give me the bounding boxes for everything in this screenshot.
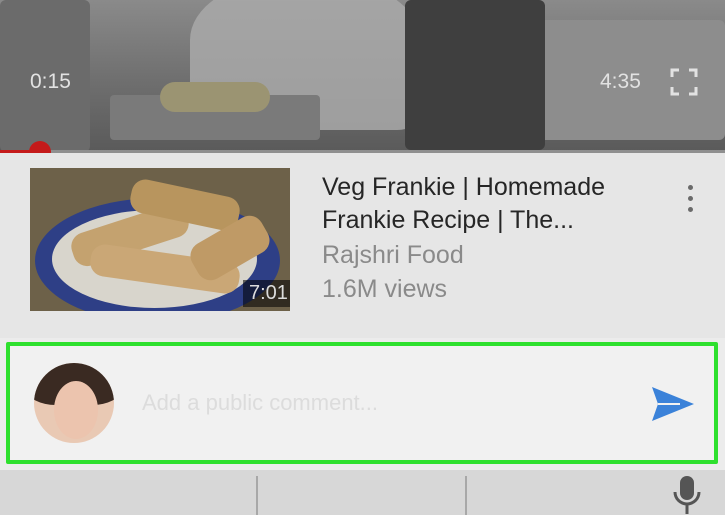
view-count: 1.6M views [322, 275, 448, 303]
video-duration: 7:01 [243, 280, 290, 307]
fullscreen-icon[interactable] [670, 68, 698, 96]
video-player[interactable]: 0:15 4:35 [0, 0, 725, 152]
keyboard-suggestion-bar [0, 470, 725, 515]
total-time: 4:35 [600, 70, 641, 93]
channel-name: Rajshri Food [322, 241, 464, 269]
suggested-video-item[interactable]: 7:01 Veg Frankie | Homemade Frankie Reci… [0, 153, 725, 338]
mic-icon[interactable] [672, 476, 702, 514]
current-time: 0:15 [30, 70, 71, 93]
video-frame-potatoes [160, 82, 270, 112]
suggestion-divider [256, 476, 258, 515]
comment-input[interactable] [140, 382, 624, 424]
video-thumbnail[interactable]: 7:01 [30, 168, 290, 311]
more-vert-icon[interactable] [680, 183, 700, 215]
suggestion-divider [465, 476, 467, 515]
video-title[interactable]: Veg Frankie | Homemade Frankie Recipe | … [322, 171, 652, 237]
video-frame-oven [405, 0, 545, 150]
send-icon[interactable] [650, 384, 696, 424]
avatar [34, 363, 114, 443]
comment-box [6, 342, 718, 464]
